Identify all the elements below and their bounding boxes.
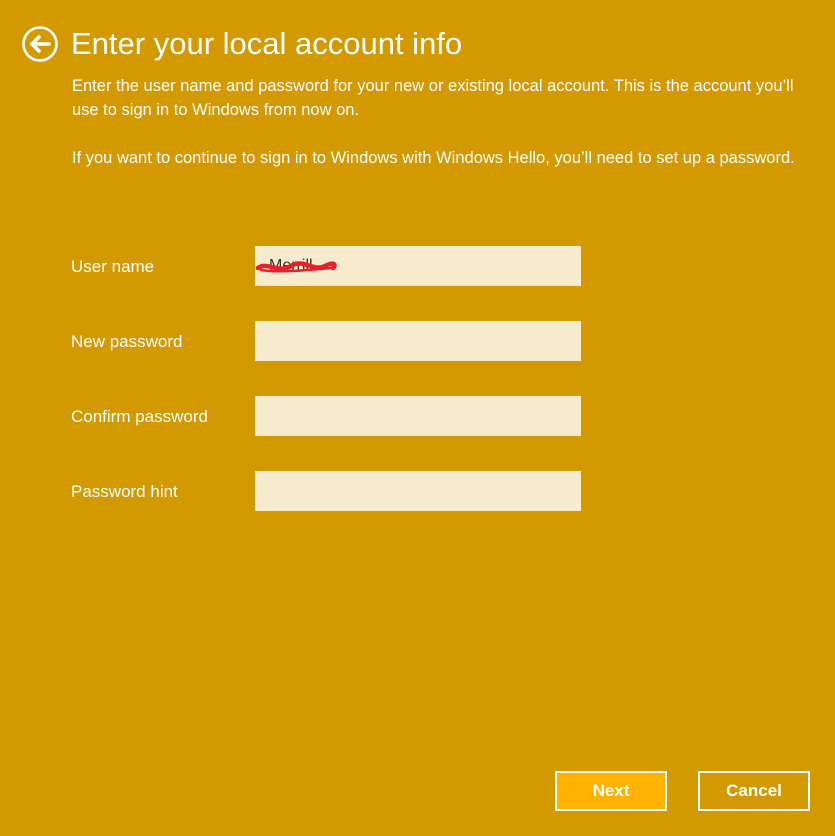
password-hint-input[interactable]	[255, 471, 581, 511]
password-hint-label: Password hint	[71, 482, 178, 501]
back-arrow-circle-icon	[22, 26, 58, 62]
username-input[interactable]	[255, 246, 581, 286]
new-password-input[interactable]	[255, 321, 581, 361]
page-title: Enter your local account info	[71, 26, 463, 61]
next-button[interactable]: Next	[555, 771, 667, 811]
back-button[interactable]	[22, 26, 58, 62]
username-label: User name	[71, 257, 155, 276]
new-password-label: New password	[71, 332, 183, 351]
confirm-password-label: Confirm password	[71, 407, 208, 426]
description-paragraph: Enter the user name and password for you…	[72, 77, 794, 119]
cancel-button[interactable]: Cancel	[698, 771, 810, 811]
username-field-container	[255, 246, 581, 286]
confirm-password-input[interactable]	[255, 396, 581, 436]
windows-hello-note: If you want to continue to sign in to Wi…	[72, 149, 795, 167]
